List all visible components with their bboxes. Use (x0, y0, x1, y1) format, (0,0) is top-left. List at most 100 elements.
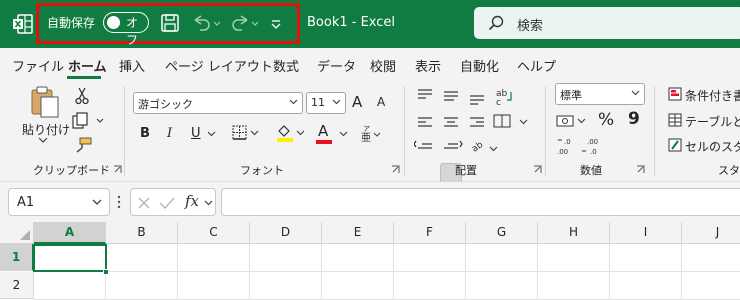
conditional-formatting-button[interactable]: 条件付き書 (685, 87, 740, 104)
italic-button[interactable]: I (167, 126, 172, 141)
font-color-swatch (316, 140, 332, 144)
cell-styles-button[interactable]: セルのスタイ (685, 138, 740, 155)
paste-label[interactable]: 貼り付け (22, 121, 70, 138)
search-icon (488, 15, 504, 31)
column-header[interactable]: E (322, 222, 394, 244)
column-header[interactable]: I (610, 222, 682, 244)
font-name-value: 游ゴシック (138, 98, 193, 111)
column-header[interactable]: C (178, 222, 250, 244)
column-header[interactable]: J (682, 222, 740, 244)
font-color-button[interactable]: A (318, 122, 328, 140)
clipboard-launcher-icon[interactable] (113, 165, 122, 174)
tab-automate[interactable]: 自動化 (460, 56, 499, 75)
row-header[interactable]: 2 (0, 272, 34, 299)
save-icon[interactable] (160, 12, 180, 34)
cancel-icon[interactable] (137, 196, 151, 210)
column-header[interactable]: D (250, 222, 322, 244)
chevron-down-icon (631, 90, 640, 96)
cut-icon[interactable] (75, 87, 89, 105)
copy-icon[interactable] (72, 112, 106, 130)
autosave-toggle[interactable]: オフ (103, 12, 149, 47)
row-header[interactable]: 1 (0, 244, 34, 271)
customize-qat-icon[interactable] (268, 12, 284, 34)
name-box[interactable]: A1 (8, 188, 110, 216)
grow-font-icon[interactable]: A (352, 93, 362, 111)
bold-button[interactable]: B (140, 126, 150, 141)
grid-line (249, 244, 250, 300)
formula-bar: A1 fx (0, 182, 740, 222)
fill-color-icon[interactable] (275, 123, 307, 143)
group-separator (654, 86, 655, 176)
svg-text:.0: .0 (590, 148, 597, 156)
column-header[interactable]: B (106, 222, 178, 244)
undo-icon[interactable] (190, 12, 222, 34)
alignment-launcher-icon[interactable] (533, 165, 542, 174)
format-painter-icon[interactable] (74, 137, 92, 153)
worksheet-grid: A B C D E F G H I J 1 2 (0, 222, 740, 300)
more-options-icon[interactable] (117, 195, 121, 209)
tab-home[interactable]: ホーム (68, 56, 107, 75)
number-launcher-icon[interactable] (636, 165, 645, 174)
excel-logo-icon[interactable] (12, 13, 34, 35)
clipboard-group-label: クリップボード (33, 164, 110, 177)
format-as-table-icon (668, 113, 682, 127)
tab-page-layout[interactable]: ページ レイアウト (165, 56, 273, 75)
svg-text:ab: ab (470, 140, 485, 154)
grid-line (609, 244, 610, 300)
grid-line (681, 244, 682, 300)
number-group-label: 数値 (580, 164, 602, 177)
percent-button[interactable]: % (598, 110, 614, 130)
group-separator (545, 86, 546, 176)
enter-check-icon[interactable] (159, 196, 175, 210)
tab-review[interactable]: 校閲 (370, 56, 396, 75)
insert-function-button[interactable]: fx (185, 192, 199, 210)
number-format-select[interactable]: 標準 (555, 83, 645, 105)
chevron-down-icon[interactable] (204, 200, 213, 206)
decimal-buttons-icon[interactable]: .0 .00 .00 .0 (556, 135, 606, 157)
fill-handle[interactable] (103, 269, 109, 275)
ribbon-tabs: ファイル ホーム 挿入 ページ レイアウト 数式 データ 校閲 表示 自動化 ヘ… (0, 48, 740, 80)
column-header[interactable]: G (466, 222, 538, 244)
shrink-font-icon[interactable]: A (377, 95, 385, 109)
styles-group-label: スタ (718, 164, 740, 177)
formula-input[interactable] (221, 188, 740, 216)
tab-help[interactable]: ヘルプ (517, 56, 556, 75)
grid-line (177, 244, 178, 300)
active-cell-a1[interactable] (33, 244, 107, 272)
borders-icon[interactable] (232, 125, 262, 141)
underline-button[interactable]: U (191, 126, 201, 141)
tab-view[interactable]: 表示 (415, 56, 441, 75)
autosave-label: 自動保存 (47, 16, 96, 30)
accounting-format-icon[interactable] (556, 113, 588, 129)
column-header[interactable]: F (394, 222, 466, 244)
tab-file[interactable]: ファイル (12, 56, 64, 75)
format-as-table-button[interactable]: テーブルとし (685, 113, 740, 130)
comma-style-button[interactable]: 9 (628, 109, 640, 129)
font-launcher-icon[interactable] (391, 165, 400, 174)
search-box[interactable]: 検索 (474, 7, 740, 39)
select-all-icon (20, 230, 30, 240)
paste-dropdown-icon[interactable] (38, 137, 48, 143)
underline-dropdown-icon[interactable] (207, 131, 216, 137)
paste-icon[interactable] (28, 86, 62, 118)
tab-formulas[interactable]: 数式 (273, 56, 299, 75)
autosave-state: オフ (126, 16, 139, 47)
tab-data[interactable]: データ (317, 56, 356, 75)
title-bar: 自動保存 オフ Book1 - Excel 検索 (0, 0, 740, 48)
column-header[interactable]: H (538, 222, 610, 244)
column-header[interactable]: A (34, 222, 106, 244)
chevron-down-icon (289, 99, 298, 105)
conditional-format-icon (668, 87, 682, 101)
search-placeholder: 検索 (517, 19, 544, 34)
tab-insert[interactable]: 挿入 (119, 56, 145, 75)
font-color-dropdown-icon[interactable] (339, 131, 348, 137)
name-box-value: A1 (17, 195, 35, 210)
grid-line (537, 244, 538, 300)
phonetic-guide-icon[interactable]: ア 亜 (360, 123, 382, 143)
redo-icon[interactable] (228, 12, 260, 34)
font-size-select[interactable]: 11 (306, 92, 346, 114)
alignment-group-label: 配置 (455, 164, 477, 177)
alignment-icons[interactable]: ab c ab (414, 84, 534, 154)
select-all-corner[interactable] (0, 222, 34, 244)
font-name-select[interactable]: 游ゴシック (133, 92, 303, 114)
